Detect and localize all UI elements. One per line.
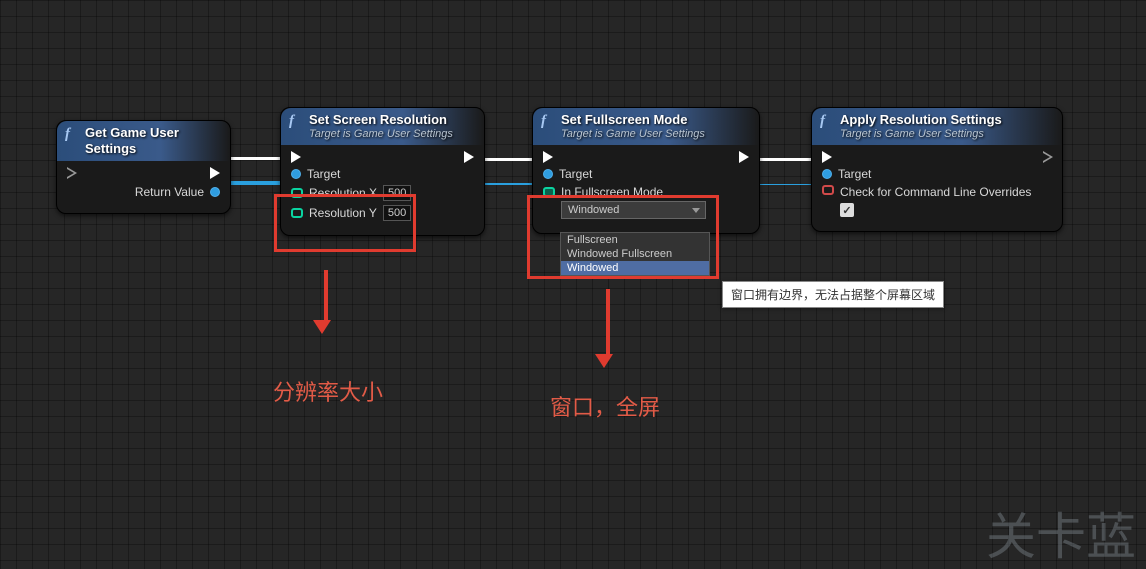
dropdown-option-windowed-fullscreen[interactable]: Windowed Fullscreen	[561, 247, 709, 261]
fullscreen-mode-dropdown-list[interactable]: Fullscreen Windowed Fullscreen Windowed	[560, 232, 710, 276]
exec-out-pin[interactable]	[210, 167, 220, 179]
function-icon: f	[65, 125, 79, 143]
node-title: Get Game User Settings	[85, 125, 220, 157]
function-icon: f	[820, 112, 834, 130]
node-get-game-user-settings[interactable]: f Get Game User Settings Return Value	[56, 120, 231, 214]
resolution-x-label: Resolution X	[309, 186, 377, 200]
dropdown-option-windowed[interactable]: Windowed	[561, 261, 709, 275]
arrow-resolution	[320, 270, 331, 334]
target-label: Target	[559, 167, 592, 181]
fullscreen-mode-label: In Fullscreen Mode	[561, 185, 663, 199]
target-pin[interactable]	[543, 169, 553, 179]
exec-out-pin[interactable]	[739, 151, 749, 163]
node-header: f Set Screen Resolution Target is Game U…	[281, 108, 484, 145]
function-icon: f	[541, 112, 555, 130]
return-value-label: Return Value	[135, 185, 204, 199]
node-header: f Set Fullscreen Mode Target is Game Use…	[533, 108, 759, 145]
tooltip: 窗口拥有边界，无法占据整个屏幕区域	[722, 281, 944, 308]
node-title: Set Fullscreen Mode	[561, 112, 705, 128]
fullscreen-mode-dropdown[interactable]: Windowed	[561, 201, 706, 219]
node-subtitle: Target is Game User Settings	[309, 128, 453, 141]
arrow-fullscreen	[602, 289, 613, 368]
check-cmdline-label: Check for Command Line Overrides	[840, 185, 1031, 199]
dropdown-value: Windowed	[568, 204, 619, 216]
exec-out-pin[interactable]	[1043, 151, 1052, 163]
exec-in-pin[interactable]	[291, 151, 301, 163]
target-pin[interactable]	[291, 169, 301, 179]
annotation-fullscreen: 窗口，全屏	[550, 390, 660, 422]
node-header: f Apply Resolution Settings Target is Ga…	[812, 108, 1062, 145]
node-set-screen-resolution[interactable]: f Set Screen Resolution Target is Game U…	[280, 107, 485, 236]
node-apply-resolution-settings[interactable]: f Apply Resolution Settings Target is Ga…	[811, 107, 1063, 232]
exec-out-pin[interactable]	[464, 151, 474, 163]
resolution-y-input[interactable]: 500	[383, 205, 411, 221]
exec-in-pin[interactable]	[67, 167, 76, 179]
annotation-resolution: 分辨率大小	[273, 375, 383, 407]
exec-in-pin[interactable]	[543, 151, 553, 163]
fullscreen-mode-pin[interactable]	[543, 187, 555, 197]
resolution-y-label: Resolution Y	[309, 206, 377, 220]
dropdown-option-fullscreen[interactable]: Fullscreen	[561, 233, 709, 247]
node-subtitle: Target is Game User Settings	[840, 128, 1002, 141]
return-value-pin[interactable]	[210, 187, 220, 197]
resolution-x-input[interactable]: 500	[383, 185, 411, 201]
resolution-y-pin[interactable]	[291, 208, 303, 218]
watermark: 关卡蓝	[986, 497, 1136, 569]
target-pin[interactable]	[822, 169, 832, 179]
function-icon: f	[289, 112, 303, 130]
node-title: Apply Resolution Settings	[840, 112, 1002, 128]
check-cmdline-pin[interactable]	[822, 185, 834, 195]
target-label: Target	[838, 167, 871, 181]
node-set-fullscreen-mode[interactable]: f Set Fullscreen Mode Target is Game Use…	[532, 107, 760, 234]
node-subtitle: Target is Game User Settings	[561, 128, 705, 141]
exec-in-pin[interactable]	[822, 151, 832, 163]
resolution-x-pin[interactable]	[291, 188, 303, 198]
node-header: f Get Game User Settings	[57, 121, 230, 161]
check-cmdline-checkbox[interactable]: ✓	[840, 203, 854, 217]
node-title: Set Screen Resolution	[309, 112, 453, 128]
target-label: Target	[307, 167, 340, 181]
